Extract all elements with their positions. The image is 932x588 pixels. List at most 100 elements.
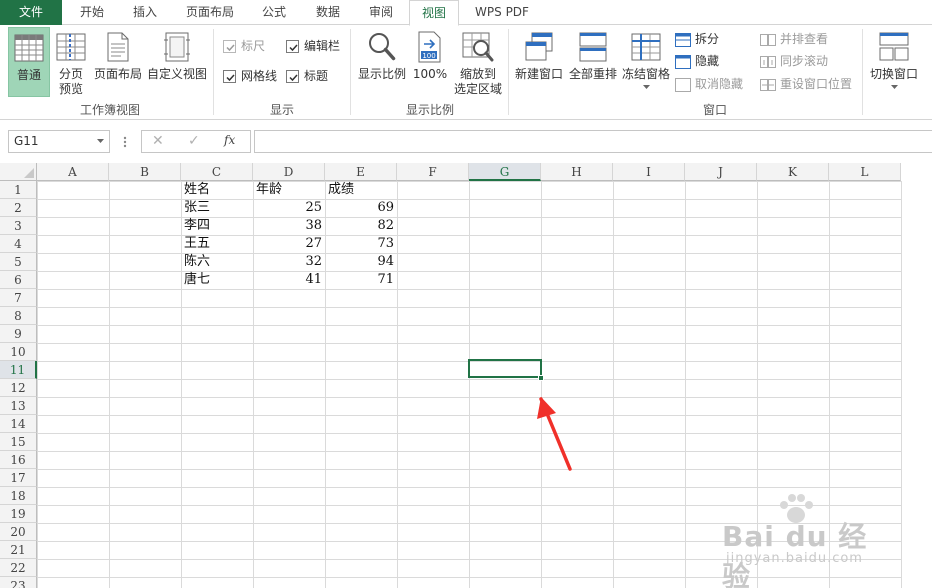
cell-name[interactable]: 唐七 xyxy=(181,271,253,289)
reset-window-position-button[interactable]: 重设窗口位置 xyxy=(760,76,860,93)
unhide-window-button[interactable]: 取消隐藏 xyxy=(675,76,747,93)
hide-window-button[interactable]: 隐藏 xyxy=(675,53,735,70)
chevron-down-icon[interactable] xyxy=(97,139,104,144)
cell-score[interactable]: 71 xyxy=(325,271,397,289)
column-header-j[interactable]: J xyxy=(685,163,757,181)
column-header-b[interactable]: B xyxy=(109,163,181,181)
formula-bar-checkbox[interactable]: 编辑栏 xyxy=(286,38,350,55)
cell-name[interactable]: 李四 xyxy=(181,217,253,235)
column-header-l[interactable]: L xyxy=(829,163,901,181)
row-header-7[interactable]: 7 xyxy=(0,289,37,307)
cell-name[interactable]: 王五 xyxy=(181,235,253,253)
check-icon xyxy=(226,74,235,82)
cell-age[interactable]: 25 xyxy=(253,199,325,217)
cell-age[interactable]: 41 xyxy=(253,271,325,289)
normal-view-button[interactable]: 普通 xyxy=(8,27,50,97)
row-header-11[interactable]: 11 xyxy=(0,361,37,379)
row-header-17[interactable]: 17 xyxy=(0,469,37,487)
cell-header-score[interactable]: 成绩 xyxy=(325,181,397,199)
formula-input[interactable] xyxy=(254,130,932,153)
row-header-19[interactable]: 19 xyxy=(0,505,37,523)
column-header-k[interactable]: K xyxy=(757,163,829,181)
cell-name[interactable]: 张三 xyxy=(181,199,253,217)
zoom-100-button[interactable]: 100 100% xyxy=(410,27,450,97)
row-header-9[interactable]: 9 xyxy=(0,325,37,343)
sync-scroll-button[interactable]: 同步滚动 xyxy=(760,53,840,70)
row-header-5[interactable]: 5 xyxy=(0,253,37,271)
select-all-corner[interactable] xyxy=(0,163,37,181)
cell-header-age[interactable]: 年龄 xyxy=(253,181,325,199)
row-header-1[interactable]: 1 xyxy=(0,181,37,199)
row-header-21[interactable]: 21 xyxy=(0,541,37,559)
page-break-preview-button[interactable]: 分页 预览 xyxy=(52,27,90,99)
column-header-a[interactable]: A xyxy=(37,163,109,181)
column-header-d[interactable]: D xyxy=(253,163,325,181)
row-header-18[interactable]: 18 xyxy=(0,487,37,505)
tab-page-layout[interactable]: 页面布局 xyxy=(174,0,246,25)
cell-score[interactable]: 69 xyxy=(325,199,397,217)
tab-review[interactable]: 审阅 xyxy=(356,0,406,25)
row-header-8[interactable]: 8 xyxy=(0,307,37,325)
row-header-6[interactable]: 6 xyxy=(0,271,37,289)
page-layout-view-button[interactable]: 页面布局 xyxy=(92,27,144,97)
tab-insert[interactable]: 插入 xyxy=(120,0,170,25)
row-header-4[interactable]: 4 xyxy=(0,235,37,253)
tab-data[interactable]: 数据 xyxy=(302,0,354,25)
row-header-22[interactable]: 22 xyxy=(0,559,37,577)
headings-checkbox[interactable]: 标题 xyxy=(286,68,336,85)
reset-position-label: 重设窗口位置 xyxy=(780,77,853,91)
tab-home[interactable]: 开始 xyxy=(66,0,118,25)
zoom-selection-label-2: 选定区域 xyxy=(453,82,502,96)
tab-formulas[interactable]: 公式 xyxy=(250,0,298,25)
tab-wps-pdf[interactable]: WPS PDF xyxy=(466,0,538,25)
row-header-14[interactable]: 14 xyxy=(0,415,37,433)
row-header-10[interactable]: 10 xyxy=(0,343,37,361)
enter-icon[interactable]: ✓ xyxy=(188,133,200,149)
cell-age[interactable]: 32 xyxy=(253,253,325,271)
row-header-15[interactable]: 15 xyxy=(0,433,37,451)
column-header-i[interactable]: I xyxy=(613,163,685,181)
row-header-3[interactable]: 3 xyxy=(0,217,37,235)
row-header-2[interactable]: 2 xyxy=(0,199,37,217)
gridlines-checkbox[interactable]: 网格线 xyxy=(223,68,283,85)
column-header-h[interactable]: H xyxy=(541,163,613,181)
cell-score[interactable]: 73 xyxy=(325,235,397,253)
column-header-e[interactable]: E xyxy=(325,163,397,181)
cell-age[interactable]: 27 xyxy=(253,235,325,253)
ruler-checkbox[interactable]: 标尺 xyxy=(223,38,283,55)
column-header-c[interactable]: C xyxy=(181,163,253,181)
annotation-arrow-icon xyxy=(537,397,572,471)
freeze-panes-button[interactable]: 冻结窗格 xyxy=(620,27,672,99)
spreadsheet-grid[interactable]: ABCDEFGHIJKL 1 2 3 4 5 6 7 8 9 10 11 12 13 14 15 16 17 18… xyxy=(0,163,932,588)
row-header-13[interactable]: 13 xyxy=(0,397,37,415)
custom-views-button[interactable]: 自定义视图 xyxy=(146,27,208,97)
column-header-g[interactable]: G xyxy=(469,163,541,181)
insert-function-icon[interactable]: fx xyxy=(224,133,235,147)
name-box[interactable]: G11 xyxy=(8,130,110,153)
zoom-to-selection-button[interactable]: 缩放到 选定区域 xyxy=(452,27,504,99)
switch-windows-button[interactable]: 切换窗口 xyxy=(866,27,922,99)
tab-view[interactable]: 视图 xyxy=(409,0,459,26)
more-options-icon[interactable] xyxy=(123,136,127,148)
row-header-23[interactable]: 23 xyxy=(0,577,37,588)
zoom-button[interactable]: 显示比例 xyxy=(356,27,408,97)
new-window-label: 新建窗口 xyxy=(514,67,563,81)
selected-cell[interactable] xyxy=(468,359,542,378)
row-header-12[interactable]: 12 xyxy=(0,379,37,397)
freeze-panes-label: 冻结窗格 xyxy=(621,67,670,81)
cell-score[interactable]: 94 xyxy=(325,253,397,271)
tab-file[interactable]: 文件 xyxy=(0,0,62,25)
cancel-icon[interactable]: ✕ xyxy=(152,133,164,149)
cell-score[interactable]: 82 xyxy=(325,217,397,235)
view-side-by-side-button[interactable]: 并排查看 xyxy=(760,31,840,48)
cell-age[interactable]: 38 xyxy=(253,217,325,235)
column-header-f[interactable]: F xyxy=(397,163,469,181)
split-button[interactable]: 拆分 xyxy=(675,31,735,48)
fill-handle[interactable] xyxy=(538,375,544,381)
row-header-20[interactable]: 20 xyxy=(0,523,37,541)
arrange-all-button[interactable]: 全部重排 xyxy=(567,27,619,97)
new-window-button[interactable]: 新建窗口 xyxy=(512,27,566,97)
cell-header-name[interactable]: 姓名 xyxy=(181,181,253,199)
row-header-16[interactable]: 16 xyxy=(0,451,37,469)
cell-name[interactable]: 陈六 xyxy=(181,253,253,271)
